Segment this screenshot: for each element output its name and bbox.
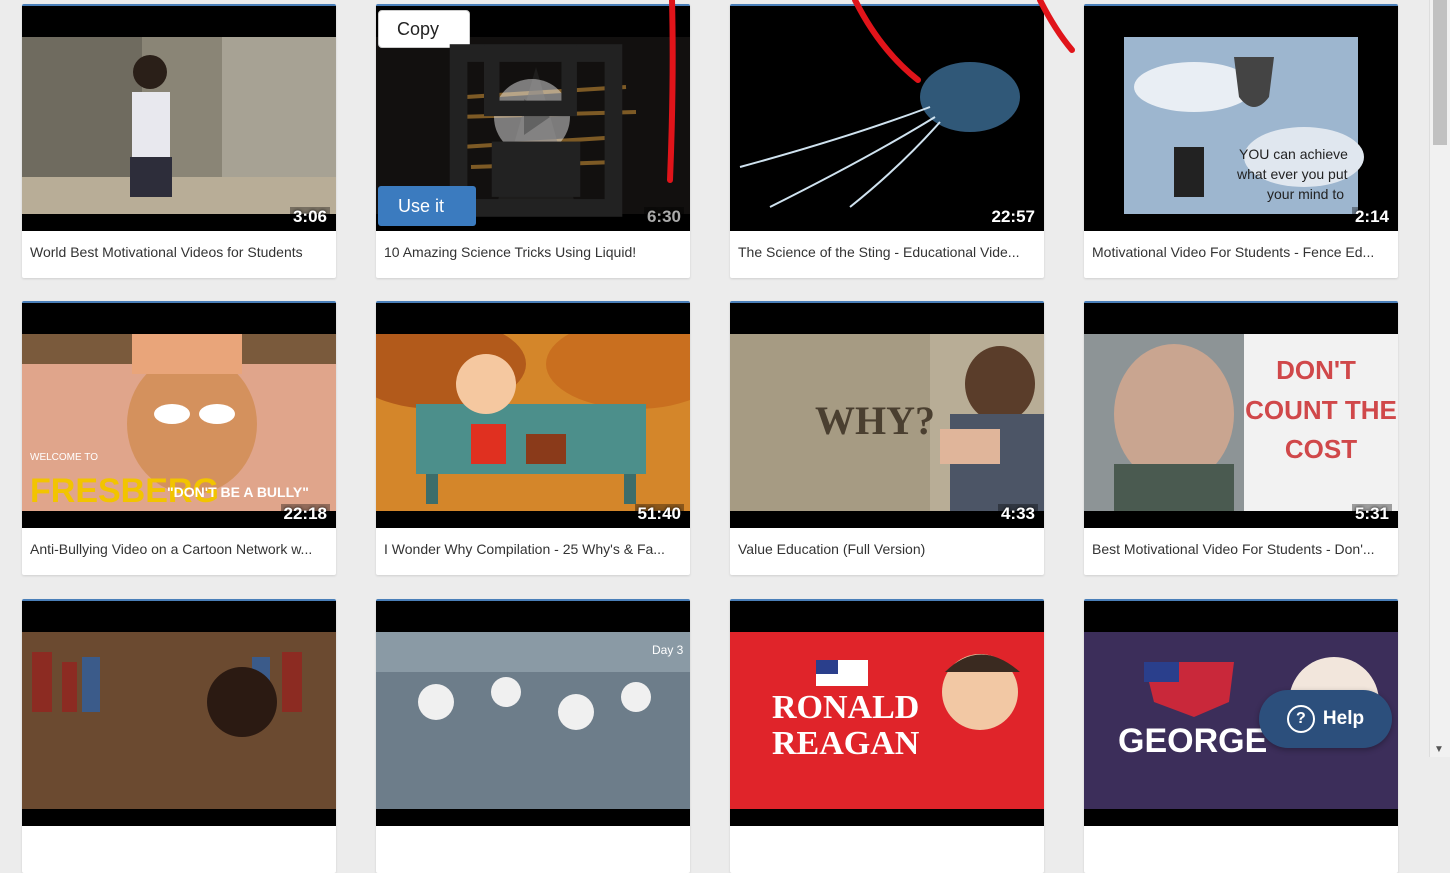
vertical-scrollbar[interactable]: ▼ [1429, 0, 1450, 757]
video-title[interactable]: 10 Amazing Science Tricks Using Liquid! [384, 244, 684, 260]
video-thumbnail[interactable]: 6:30 Copy Use it [376, 6, 690, 231]
thumbnail-image: WELCOME TO FRESBERG "DON'T BE A BULLY" [22, 334, 336, 511]
help-button[interactable]: ? Help [1259, 690, 1392, 748]
help-icon: ? [1286, 705, 1315, 733]
thumbnail-image: YOU can achieve what ever you put your m… [1084, 37, 1398, 214]
thumb-text: WHY? [815, 398, 935, 443]
thumb-text: your mind to [1267, 186, 1344, 202]
video-card[interactable]: YOU can achieve what ever you put your m… [1084, 4, 1398, 278]
copy-label: Copy [397, 18, 440, 39]
thumbnail-image [376, 334, 690, 511]
video-duration: 5:31 [1351, 504, 1392, 524]
video-card[interactable]: 6:30 Copy Use it 10 Amazing Science Tric… [376, 4, 690, 278]
video-duration: 22:57 [988, 207, 1038, 227]
video-duration: 4:33 [997, 504, 1038, 524]
use-it-button[interactable]: Use it [378, 186, 476, 226]
video-thumbnail[interactable]: 51:40 [376, 303, 690, 528]
thumb-text: "DON'T BE A BULLY" [167, 484, 309, 500]
video-title[interactable]: Value Education (Full Version) [738, 541, 1038, 557]
video-card[interactable]: 51:40 I Wonder Why Compilation - 25 Why'… [376, 301, 690, 575]
video-thumbnail[interactable]: Day 3 [376, 601, 690, 826]
video-card[interactable]: DON'T COUNT THE COST 5:31 Best Motivatio… [1084, 301, 1398, 575]
scrollbar-thumb[interactable] [1433, 0, 1447, 145]
thumb-text: DON'T [1276, 355, 1356, 385]
thumbnail-image: RONALD REAGAN [730, 632, 1044, 809]
video-duration: 51:40 [634, 504, 684, 524]
video-card[interactable] [22, 599, 336, 873]
thumb-text: COUNT THE [1245, 395, 1397, 425]
thumb-text: REAGAN [772, 725, 920, 762]
video-duration: 2:14 [1351, 207, 1392, 227]
video-thumbnail[interactable]: WHY? 4:33 [730, 303, 1044, 528]
video-grid: 3:06 World Best Motivational Videos for … [0, 0, 1420, 873]
video-card[interactable]: 22:57 The Science of the Sting - Educati… [730, 4, 1044, 278]
help-label: Help [1322, 708, 1365, 729]
video-duration: 22:18 [280, 504, 330, 524]
thumbnail-image [22, 632, 336, 809]
video-card[interactable]: 3:06 World Best Motivational Videos for … [22, 4, 336, 278]
thumb-text: RONALD [772, 689, 919, 726]
video-thumbnail[interactable]: YOU can achieve what ever you put your m… [1084, 6, 1398, 231]
video-title[interactable]: The Science of the Sting - Educational V… [738, 244, 1038, 260]
video-title[interactable]: World Best Motivational Videos for Stude… [30, 244, 330, 260]
video-title[interactable]: Anti-Bullying Video on a Cartoon Network… [30, 541, 330, 557]
thumbnail-image [22, 37, 336, 214]
video-title[interactable]: Motivational Video For Students - Fence … [1092, 244, 1392, 260]
video-thumbnail[interactable]: WELCOME TO FRESBERG "DON'T BE A BULLY" 2… [22, 303, 336, 528]
thumbnail-image: Day 3 [376, 632, 690, 809]
thumb-text: COST [1285, 434, 1357, 464]
video-thumbnail[interactable]: DON'T COUNT THE COST 5:31 [1084, 303, 1398, 528]
thumbnail-image [730, 37, 1044, 214]
thumb-text: Day 3 [652, 643, 684, 657]
video-title[interactable]: I Wonder Why Compilation - 25 Why's & Fa… [384, 541, 684, 557]
video-duration: 3:06 [289, 207, 330, 227]
video-thumbnail[interactable]: RONALD REAGAN [730, 601, 1044, 826]
thumb-text: what ever you put [1236, 166, 1348, 182]
video-card[interactable]: Day 3 [376, 599, 690, 873]
thumbnail-image: WHY? [730, 334, 1044, 511]
video-thumbnail[interactable] [22, 601, 336, 826]
scroll-down-icon[interactable]: ▼ [1434, 744, 1444, 755]
thumb-text: WELCOME TO [30, 452, 98, 463]
video-card[interactable]: WHY? 4:33 Value Education (Full Version) [730, 301, 1044, 575]
video-card[interactable]: RONALD REAGAN [730, 599, 1044, 873]
use-it-label: Use it [398, 195, 445, 216]
video-card[interactable]: WELCOME TO FRESBERG "DON'T BE A BULLY" 2… [22, 301, 336, 575]
video-thumbnail[interactable]: 22:57 [730, 6, 1044, 231]
thumb-text: GEORGE [1118, 722, 1267, 760]
thumb-text: YOU can achieve [1239, 146, 1348, 162]
copy-button[interactable]: Copy [378, 10, 623, 217]
thumbnail-image: DON'T COUNT THE COST [1084, 334, 1398, 511]
video-thumbnail[interactable]: 3:06 [22, 6, 336, 231]
video-title[interactable]: Best Motivational Video For Students - D… [1092, 541, 1392, 557]
